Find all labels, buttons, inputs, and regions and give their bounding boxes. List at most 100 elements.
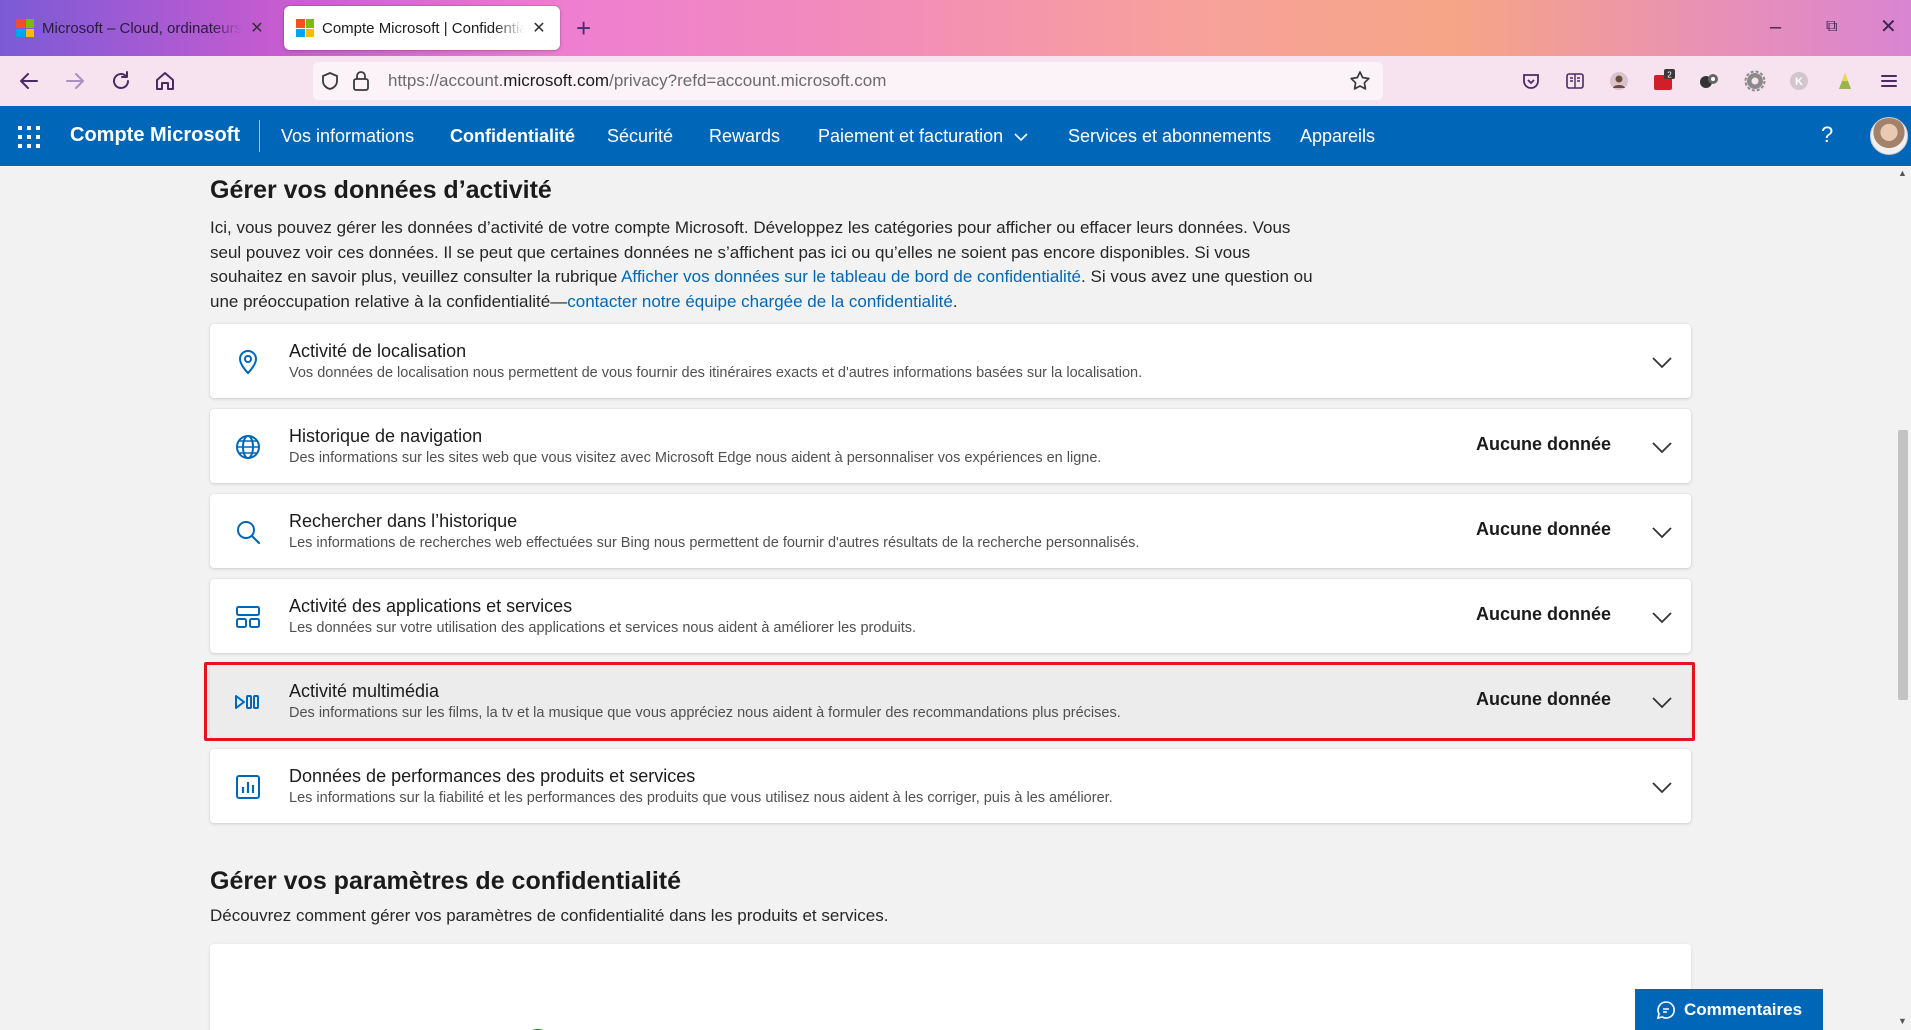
nav-appareils[interactable]: Appareils bbox=[1300, 126, 1375, 147]
close-window-icon[interactable]: ✕ bbox=[1880, 12, 1897, 42]
chevron-down-icon[interactable] bbox=[1651, 776, 1673, 798]
nav-paiement-label: Paiement et facturation bbox=[818, 126, 1004, 146]
category-card-media[interactable]: Activité multimédia Des informations sur… bbox=[210, 664, 1691, 738]
activity-intro: Ici, vous pouvez gérer les données d’act… bbox=[210, 216, 1320, 314]
menu-hamburger-icon[interactable] bbox=[1876, 68, 1902, 94]
activity-section-title: Gérer vos données d’activité bbox=[210, 176, 552, 204]
url-path: /privacy?refd=account.microsoft.com bbox=[609, 71, 887, 90]
category-description: Les informations sur la fiabilité et les… bbox=[289, 790, 1113, 806]
settings-intro: Découvrez comment gérer vos paramètres d… bbox=[210, 906, 889, 925]
scrollbar-thumb[interactable] bbox=[1898, 430, 1908, 700]
paw-extension-icon[interactable] bbox=[1696, 68, 1722, 94]
nav-confidentialite[interactable]: Confidentialité bbox=[450, 126, 575, 147]
performance-chart-icon bbox=[236, 775, 260, 799]
extension-badge: 2 bbox=[1667, 71, 1672, 80]
pocket-icon[interactable] bbox=[1518, 68, 1544, 94]
microsoft-logo-icon bbox=[296, 19, 314, 37]
nav-services-abonnements[interactable]: Services et abonnements bbox=[1068, 126, 1271, 147]
chevron-down-icon[interactable] bbox=[1651, 691, 1673, 713]
nav-securite[interactable]: Sécurité bbox=[607, 126, 673, 147]
extension-letter: K bbox=[1795, 76, 1803, 88]
category-card-search[interactable]: Rechercher dans l’historique Les informa… bbox=[210, 494, 1691, 568]
settings-section-title: Gérer vos paramètres de confidentialité bbox=[210, 867, 682, 895]
category-description: Des informations sur les sites web que v… bbox=[289, 450, 1102, 466]
avatar[interactable] bbox=[1870, 117, 1908, 155]
tab-title: Compte Microsoft | Confidentialité bbox=[322, 19, 524, 37]
category-card-location[interactable]: Activité de localisation Vos données de … bbox=[210, 324, 1691, 398]
category-title: Activité multimédia bbox=[289, 681, 440, 701]
product-logo-icon bbox=[1540, 1026, 1594, 1030]
scroll-down-icon[interactable]: ▼ bbox=[1898, 1016, 1907, 1026]
category-status: Aucune donnée bbox=[1475, 689, 1611, 709]
chevron-down-icon[interactable] bbox=[1651, 521, 1673, 543]
url-prefix: https://account. bbox=[388, 71, 504, 90]
media-play-icon bbox=[235, 695, 259, 709]
nav-vos-informations[interactable]: Vos informations bbox=[281, 126, 414, 147]
url-text[interactable]: https://account.microsoft.com/privacy?re… bbox=[388, 71, 886, 91]
tab-title: Microsoft – Cloud, ordinateurs, Apps & G… bbox=[42, 19, 242, 37]
brand-title[interactable]: Compte Microsoft bbox=[70, 124, 240, 147]
product-logo-icon bbox=[330, 1026, 370, 1030]
back-arrow-icon[interactable] bbox=[14, 66, 44, 96]
category-description: Les informations de recherches web effec… bbox=[289, 535, 1140, 551]
category-card-performance[interactable]: Données de performances des produits et … bbox=[210, 749, 1691, 823]
category-card-apps[interactable]: Activité des applications et services Le… bbox=[210, 579, 1691, 653]
forward-arrow-icon[interactable] bbox=[60, 66, 90, 96]
tab-compte-microsoft[interactable]: Compte Microsoft | Confidentialité ✕ bbox=[284, 6, 560, 50]
gear-extension-icon[interactable] bbox=[1742, 68, 1768, 94]
contact-privacy-team-link[interactable]: contacter notre équipe chargée de la con… bbox=[567, 292, 953, 311]
category-title: Historique de navigation bbox=[289, 426, 483, 446]
app-launcher-icon[interactable] bbox=[18, 126, 40, 148]
category-status: Aucune donnée bbox=[1475, 519, 1611, 539]
cone-extension-icon[interactable] bbox=[1832, 68, 1858, 94]
notification-extension-icon[interactable]: 2 bbox=[1651, 68, 1677, 94]
nav-paiement-facturation[interactable]: Paiement et facturation bbox=[818, 126, 1028, 147]
new-tab-button[interactable]: + bbox=[576, 12, 591, 44]
profile-extension-icon[interactable] bbox=[1606, 68, 1632, 94]
microsoft-logo-icon bbox=[16, 19, 34, 37]
chevron-down-icon[interactable] bbox=[1651, 606, 1673, 628]
reload-icon[interactable] bbox=[106, 66, 136, 96]
category-title: Activité de localisation bbox=[289, 341, 467, 361]
category-description: Vos données de localisation nous permett… bbox=[289, 365, 1143, 381]
browser-tab-strip: Microsoft – Cloud, ordinateurs, Apps & G… bbox=[0, 0, 1911, 56]
lock-icon[interactable] bbox=[351, 70, 371, 97]
help-icon[interactable]: ? bbox=[1821, 122, 1833, 148]
product-logo-icon bbox=[735, 1026, 755, 1030]
restore-window-icon[interactable]: ⧉ bbox=[1826, 12, 1837, 42]
reader-view-icon[interactable] bbox=[1562, 68, 1588, 94]
address-bar[interactable]: https://account.microsoft.com/privacy?re… bbox=[313, 62, 1383, 100]
chevron-down-icon[interactable] bbox=[1651, 436, 1673, 458]
k-extension-icon[interactable]: K bbox=[1786, 68, 1812, 94]
minimize-window-icon[interactable]: – bbox=[1770, 12, 1781, 42]
bookmark-star-icon[interactable] bbox=[1349, 70, 1371, 97]
category-card-browsing[interactable]: Historique de navigation Des information… bbox=[210, 409, 1691, 483]
chevron-down-icon bbox=[1014, 133, 1028, 142]
site-header: Compte Microsoft Vos informations Confid… bbox=[0, 106, 1911, 166]
header-divider bbox=[259, 120, 260, 152]
feedback-label: Commentaires bbox=[1683, 999, 1803, 1019]
home-icon[interactable] bbox=[150, 66, 180, 96]
shield-icon[interactable] bbox=[320, 71, 340, 96]
search-icon bbox=[237, 521, 261, 545]
feedback-button[interactable]: Commentaires bbox=[1635, 989, 1823, 1030]
browser-toolbar: https://account.microsoft.com/privacy?re… bbox=[0, 56, 1911, 106]
close-tab-icon[interactable]: ✕ bbox=[530, 18, 548, 38]
nav-rewards[interactable]: Rewards bbox=[709, 126, 780, 147]
close-tab-icon[interactable]: ✕ bbox=[248, 18, 266, 38]
url-domain: microsoft.com bbox=[503, 71, 610, 90]
product-logo-icon bbox=[532, 1029, 544, 1030]
tab-microsoft-home[interactable]: Microsoft – Cloud, ordinateurs, Apps & G… bbox=[4, 6, 278, 50]
settings-card bbox=[210, 944, 1691, 1030]
chat-bubble-icon bbox=[1656, 1000, 1675, 1019]
globe-icon bbox=[236, 435, 260, 459]
product-logo-icon bbox=[1338, 1026, 1388, 1030]
category-status: Aucune donnée bbox=[1475, 604, 1611, 624]
location-pin-icon bbox=[238, 349, 258, 375]
category-status: Aucune donnée bbox=[1475, 434, 1611, 454]
scroll-up-icon[interactable]: ▲ bbox=[1898, 168, 1907, 178]
privacy-dashboard-link[interactable]: Afficher vos données sur le tableau de b… bbox=[621, 267, 1081, 286]
category-title: Données de performances des produits et … bbox=[289, 766, 696, 786]
apps-services-icon bbox=[236, 606, 260, 628]
chevron-down-icon[interactable] bbox=[1651, 351, 1673, 373]
